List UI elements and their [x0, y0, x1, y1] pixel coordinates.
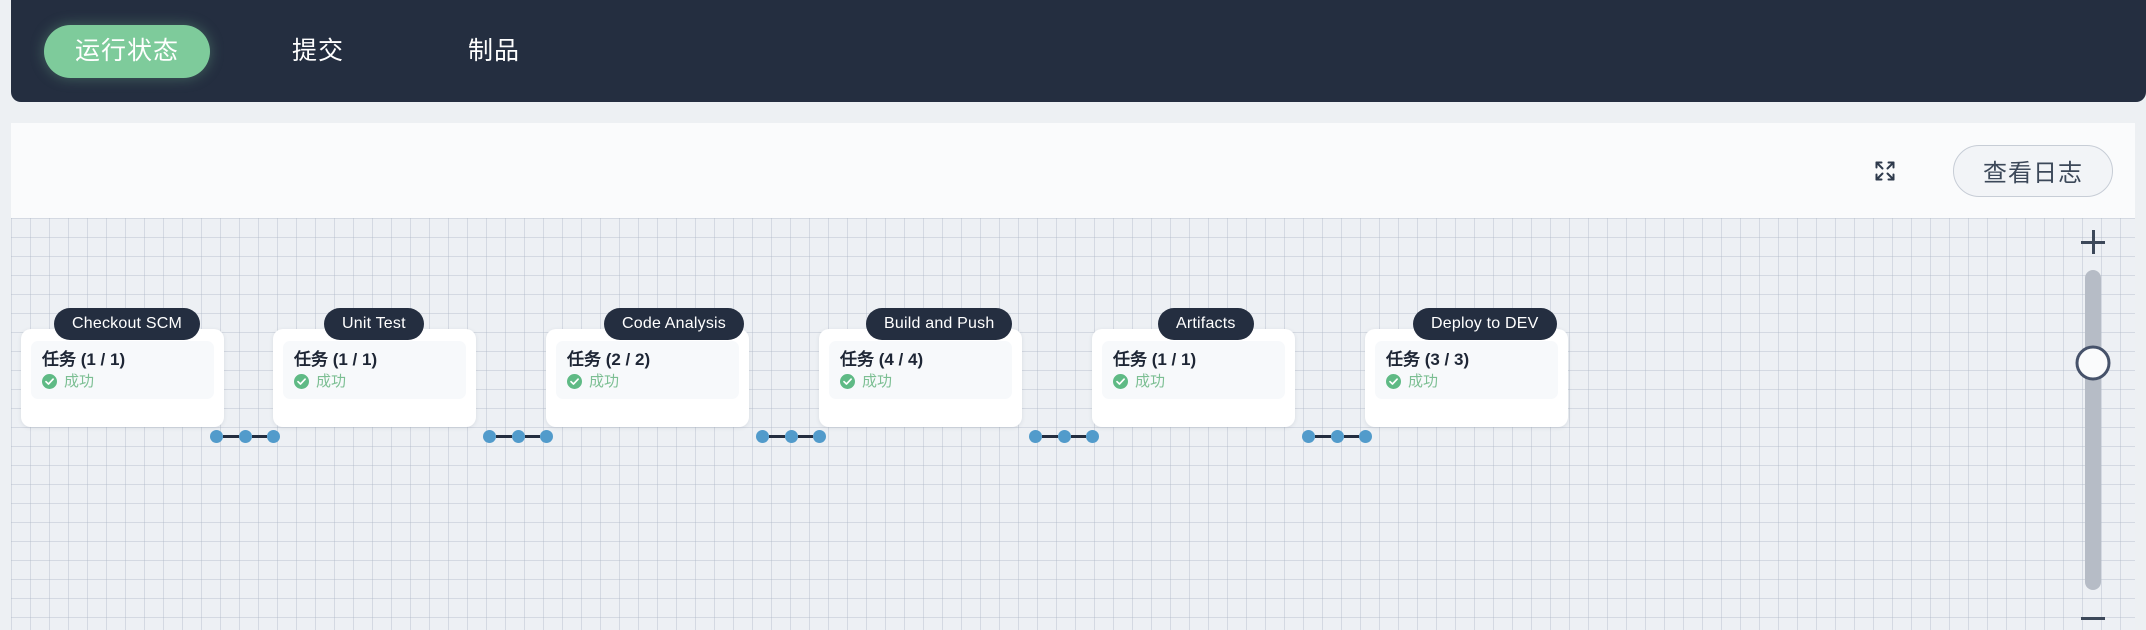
- stage-body: 任务 (1 / 1) 成功: [31, 341, 214, 399]
- check-circle-icon: [567, 373, 582, 389]
- stage-label-checkout-scm: Checkout SCM: [54, 308, 200, 340]
- zoom-slider-handle[interactable]: [2075, 345, 2111, 381]
- connector-dot: [756, 429, 769, 443]
- stage-status-text: 成功: [589, 372, 620, 390]
- stage-body: 任务 (1 / 1) 成功: [283, 341, 466, 399]
- tab-artifacts[interactable]: 制品: [428, 25, 560, 78]
- connector-dot: [210, 429, 223, 443]
- tab-artifacts-label: 制品: [468, 36, 521, 65]
- connector-dot: [238, 429, 252, 443]
- zoom-out-icon[interactable]: [2081, 606, 2105, 630]
- top-navbar: 运行状态 提交 制品: [11, 0, 2146, 102]
- stage-status: 成功: [840, 372, 1012, 390]
- canvas-zoom-control[interactable]: [2071, 230, 2115, 630]
- stage-label-code-analysis: Code Analysis: [604, 308, 744, 340]
- stage-task-count: 任务 (1 / 1): [1113, 350, 1197, 369]
- stage-label-artifacts: Artifacts: [1158, 308, 1254, 340]
- connector-line: [1042, 434, 1058, 438]
- view-logs-button-label: 查看日志: [1983, 160, 2083, 187]
- connector-dot: [483, 429, 496, 443]
- stage-status: 成功: [294, 372, 466, 390]
- connector-dot: [784, 429, 798, 443]
- stage-status: 成功: [1386, 372, 1558, 390]
- stage-status: 成功: [1113, 372, 1285, 390]
- tab-commits-label: 提交: [292, 36, 345, 65]
- pipeline-canvas[interactable]: Checkout SCM 任务 (1 / 1) 成功 Unit Test 任务 …: [11, 218, 2135, 630]
- expand-arrows-icon: [1875, 161, 1895, 180]
- pipeline-page: 运行状态 提交 制品 查看日志 Checkout SCM 任务 (1 / 1) …: [0, 0, 2146, 630]
- connector-dot: [1330, 429, 1344, 443]
- stage-connector: [1302, 429, 1372, 443]
- stage-status: 成功: [42, 372, 214, 390]
- stage-node-build-and-push[interactable]: Build and Push 任务 (4 / 4) 成功: [819, 308, 1022, 427]
- connector-dot: [267, 429, 280, 443]
- connector-dot: [511, 429, 525, 443]
- stage-task-count: 任务 (1 / 1): [42, 350, 126, 369]
- stage-connector: [1029, 429, 1099, 443]
- zoom-in-icon[interactable]: [2081, 230, 2105, 254]
- connector-line: [1343, 434, 1359, 438]
- stage-node-unit-test[interactable]: Unit Test 任务 (1 / 1) 成功: [273, 308, 476, 427]
- stage-node-checkout-scm[interactable]: Checkout SCM 任务 (1 / 1) 成功: [21, 308, 224, 427]
- connector-dot: [1029, 429, 1042, 443]
- tab-run-status-label: 运行状态: [75, 36, 180, 65]
- connector-line: [1315, 434, 1331, 438]
- connector-dot: [540, 429, 553, 443]
- stage-status-text: 成功: [1408, 372, 1439, 390]
- stage-label-text: Code Analysis: [622, 315, 726, 332]
- stage-label-build-and-push: Build and Push: [866, 308, 1013, 340]
- tab-commits[interactable]: 提交: [252, 25, 384, 78]
- connector-line: [524, 434, 540, 438]
- connector-line: [1070, 434, 1086, 438]
- stage-label-text: Checkout SCM: [72, 315, 182, 332]
- stage-node-code-analysis[interactable]: Code Analysis 任务 (2 / 2) 成功: [546, 308, 749, 427]
- stage-connector: [483, 429, 553, 443]
- check-circle-icon: [42, 373, 57, 389]
- view-logs-button[interactable]: 查看日志: [1953, 144, 2113, 197]
- stage-task-count: 任务 (2 / 2): [567, 350, 651, 369]
- stage-label-text: Artifacts: [1176, 315, 1236, 332]
- check-circle-icon: [840, 373, 855, 389]
- connector-dot: [1086, 429, 1099, 443]
- stage-body: 任务 (4 / 4) 成功: [829, 341, 1012, 399]
- connector-line: [251, 434, 267, 438]
- check-circle-icon: [1386, 373, 1401, 389]
- connector-dot: [1359, 429, 1372, 443]
- tab-run-status[interactable]: 运行状态: [44, 24, 211, 78]
- stage-status-text: 成功: [1135, 372, 1166, 390]
- stage-status: 成功: [567, 372, 739, 390]
- stage-label-text: Unit Test: [342, 315, 406, 332]
- stage-body: 任务 (1 / 1) 成功: [1102, 341, 1285, 399]
- stage-status-text: 成功: [64, 372, 95, 390]
- check-circle-icon: [1113, 373, 1128, 389]
- connector-line: [496, 434, 512, 438]
- connector-dot: [1302, 429, 1315, 443]
- stage-body: 任务 (2 / 2) 成功: [556, 341, 739, 399]
- stage-status-text: 成功: [862, 372, 893, 390]
- stage-label-text: Deploy to DEV: [1431, 315, 1539, 332]
- stage-label-text: Build and Push: [884, 315, 995, 332]
- connector-dot: [813, 429, 826, 443]
- stage-label-deploy-to-dev: Deploy to DEV: [1413, 308, 1557, 340]
- connector-line: [223, 434, 239, 438]
- stage-task-count: 任务 (4 / 4): [840, 350, 924, 369]
- stage-node-deploy-to-dev[interactable]: Deploy to DEV 任务 (3 / 3) 成功: [1365, 308, 1568, 427]
- check-circle-icon: [294, 373, 309, 389]
- stage-task-count: 任务 (1 / 1): [294, 350, 378, 369]
- stage-body: 任务 (3 / 3) 成功: [1375, 341, 1558, 399]
- zoom-slider-track[interactable]: [2075, 270, 2111, 590]
- stage-label-unit-test: Unit Test: [324, 308, 424, 340]
- fullscreen-expand-button[interactable]: [1865, 151, 1905, 191]
- stage-status-text: 成功: [316, 372, 347, 390]
- stage-connector: [756, 429, 826, 443]
- stage-connector: [210, 429, 280, 443]
- connector-line: [769, 434, 785, 438]
- pipeline-toolbar: 查看日志: [11, 123, 2135, 218]
- connector-dot: [1057, 429, 1071, 443]
- connector-line: [797, 434, 813, 438]
- stage-node-artifacts[interactable]: Artifacts 任务 (1 / 1) 成功: [1092, 308, 1295, 427]
- stage-task-count: 任务 (3 / 3): [1386, 350, 1470, 369]
